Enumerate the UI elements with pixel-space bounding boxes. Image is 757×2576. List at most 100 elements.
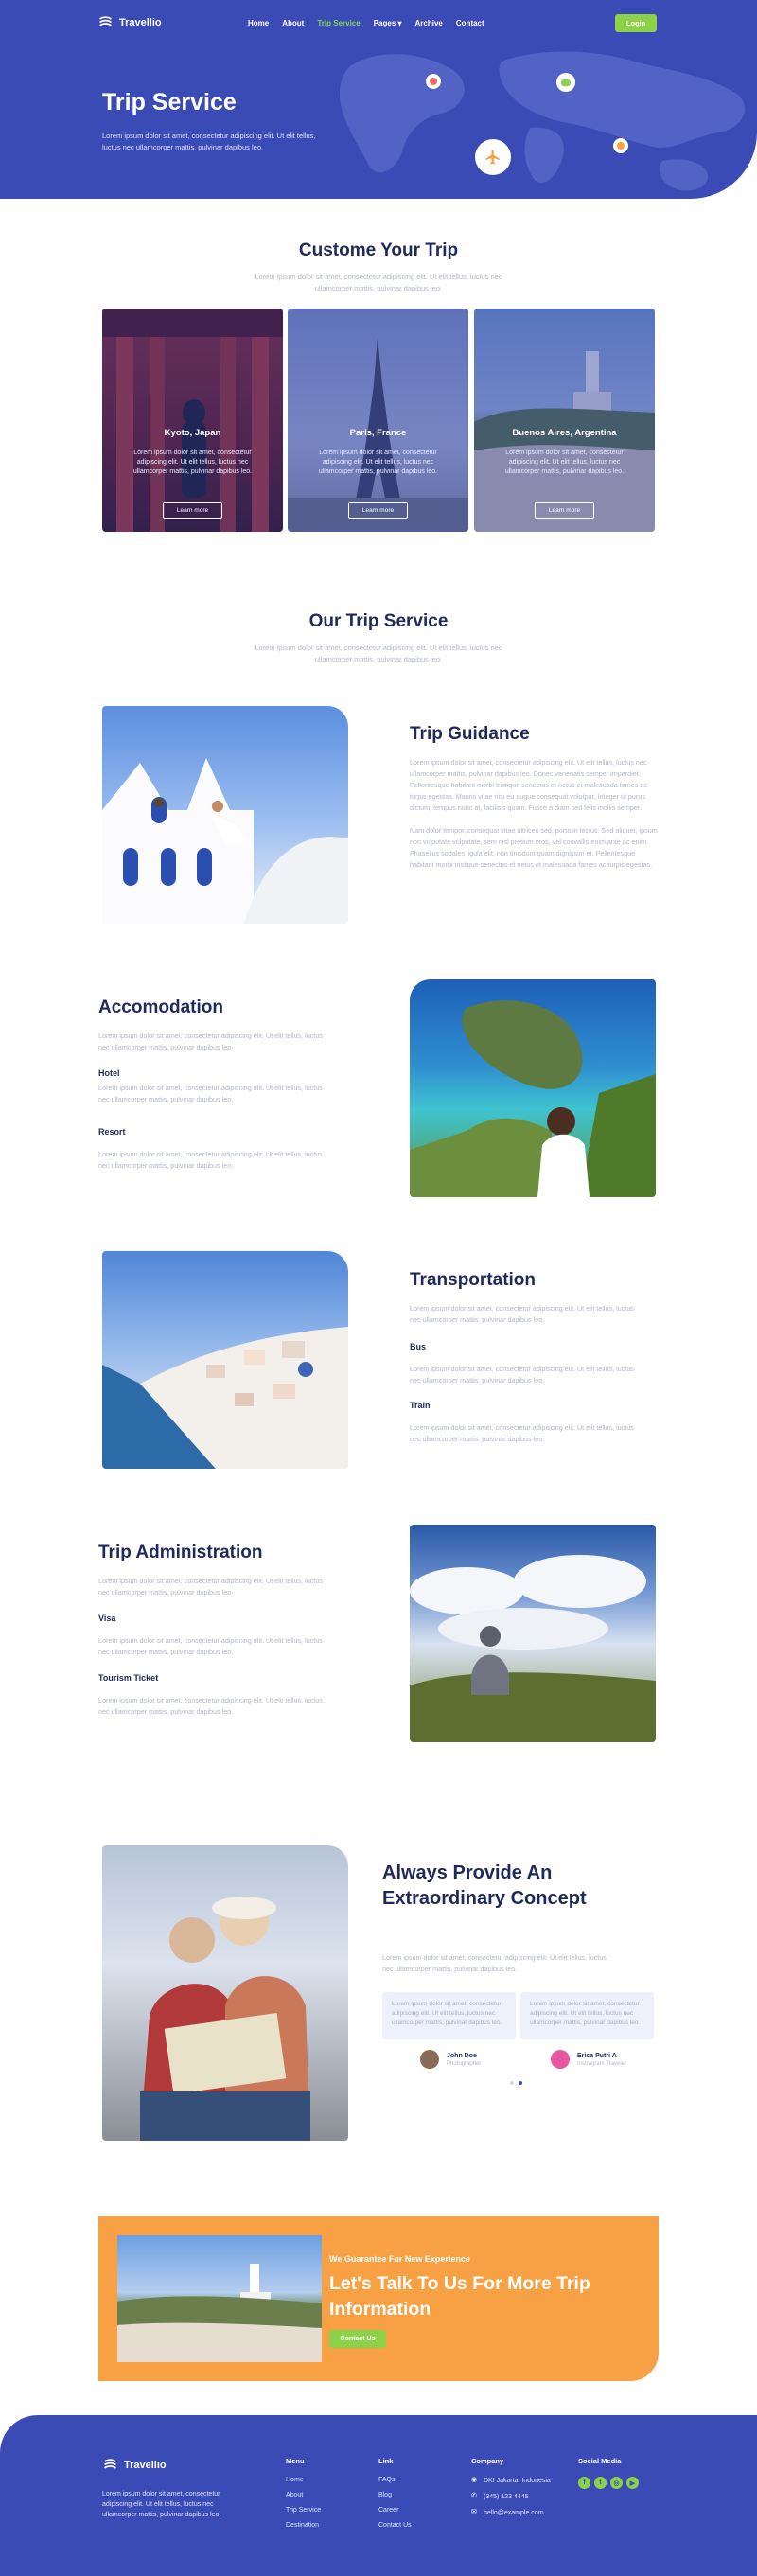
nav-pages-label: Pages [373, 19, 396, 27]
accommodation-title: Accomodation [98, 997, 223, 1017]
page-title: Trip Service [102, 89, 237, 115]
card-overlay [474, 309, 655, 532]
email-text: hello@example.com [484, 2509, 544, 2516]
location-icon: ◉ [471, 2477, 478, 2483]
footer-links: Link FAQs Blog Career Contact Us [378, 2457, 412, 2537]
carousel-dot[interactable] [510, 2081, 514, 2085]
twitter-icon[interactable]: t [594, 2477, 607, 2489]
customize-subtitle: Lorem ipsum dolor sit amet, consectetur … [255, 273, 502, 292]
guidance-paragraph-2: Nam dolor tempor, consequat vitae ultric… [410, 826, 658, 869]
accommodation-intro: Lorem ipsum dolor sit amet, consectetur … [98, 1032, 323, 1051]
author-name: John Doe [447, 2052, 477, 2059]
destination-card-paris[interactable]: Paris, France Lorem ipsum dolor sit amet… [288, 309, 468, 532]
hotel-text: Lorem ipsum dolor sit amet, consectetur … [98, 1084, 323, 1103]
carousel-dot-active[interactable] [519, 2081, 522, 2085]
footer-link-home[interactable]: Home [286, 2477, 321, 2483]
learn-more-button[interactable]: Learn more [348, 502, 408, 519]
footer-brand-name: Travellio [124, 2459, 167, 2471]
logo-icon [99, 16, 112, 26]
cta-kicker: We Guarantee For New Experience [329, 2254, 470, 2264]
nav-links: Home About Trip Service Pages ▾ Archive … [248, 19, 484, 27]
santorini-village-image [102, 1327, 348, 1469]
footer-brand-logo[interactable]: Travellio [102, 2457, 167, 2473]
chevron-down-icon: ▾ [397, 19, 402, 27]
nav-pages[interactable]: Pages ▾ [374, 19, 402, 27]
author-name: Erica Putri A [577, 2052, 617, 2059]
phone-icon: ✆ [471, 2493, 477, 2499]
couple-with-map-image [140, 1897, 310, 2141]
map-pin-red [426, 74, 441, 89]
train-text: Lorem ipsum dolor sit amet, consectetur … [410, 1423, 634, 1443]
testimonial-author-2: Erica Putri A Instragram Traveler [551, 2050, 626, 2069]
couple-travel-photo [102, 1845, 348, 2141]
footer-social: Social Media f t ◎ ▶ [578, 2457, 639, 2489]
cta-photo [117, 2235, 322, 2362]
map-pin-orange [613, 138, 628, 153]
facebook-icon[interactable]: f [578, 2477, 590, 2489]
footer-menu: Menu Home About Trip Service Destination [286, 2457, 321, 2537]
administration-photo [410, 1525, 656, 1742]
world-map-illustration [339, 51, 746, 191]
testimonial-author-1: John Doe Photographer [420, 2050, 481, 2069]
carousel-dots [510, 2081, 522, 2085]
footer-link-trip-service[interactable]: Trip Service [286, 2507, 321, 2514]
footer-link-destination[interactable]: Destination [286, 2522, 321, 2529]
card-overlay [288, 309, 468, 532]
logo-icon [104, 2459, 116, 2469]
nav-trip-service[interactable]: Trip Service [317, 19, 360, 27]
testimonial-quote-2: Lorem ipsum dolor sit amet, consectetur … [520, 1992, 654, 2039]
card-text: Lorem ipsum dolor sit amet, consectetur … [132, 450, 253, 475]
accommodation-photo [410, 979, 656, 1197]
footer-address: ◉ DKI Jakarta, Indonesia [471, 2477, 551, 2484]
footer-phone[interactable]: ✆ (345) 123 4445 [471, 2493, 551, 2500]
footer-link-faqs[interactable]: FAQs [378, 2477, 412, 2483]
nav-home[interactable]: Home [248, 19, 269, 27]
footer: Travellio Lorem ipsum dolor sit amet, co… [0, 2415, 757, 2576]
brand-logo[interactable]: Travellio [97, 14, 162, 30]
author-role: Photographer [447, 2060, 482, 2067]
card-text: Lorem ipsum dolor sit amet, consectetur … [318, 450, 438, 475]
instagram-icon[interactable]: ◎ [610, 2477, 623, 2489]
footer-link-title: Link [378, 2457, 394, 2465]
card-overlay [102, 309, 283, 532]
footer-link-contact-us[interactable]: Contact Us [378, 2522, 412, 2529]
visa-text: Lorem ipsum dolor sit amet, consectetur … [98, 1636, 323, 1656]
santorini-bell-tower-image [102, 758, 348, 924]
social-icons: f t ◎ ▶ [578, 2477, 639, 2489]
testimonial-subtitle: Lorem ipsum dolor sit amet, consectetur … [382, 1953, 607, 1973]
cliff-coast-image [410, 1000, 656, 1197]
transportation-intro: Lorem ipsum dolor sit amet, consectetur … [410, 1304, 634, 1324]
youtube-icon[interactable]: ▶ [626, 2477, 639, 2489]
resort-text: Lorem ipsum dolor sit amet, consectetur … [98, 1150, 323, 1170]
footer-email[interactable]: ✉ hello@example.com [471, 2509, 551, 2516]
phone-text: (345) 123 4445 [484, 2493, 529, 2500]
footer-link-about[interactable]: About [286, 2492, 321, 2498]
learn-more-button[interactable]: Learn more [535, 502, 594, 519]
footer-menu-title: Menu [286, 2457, 305, 2465]
footer-link-blog[interactable]: Blog [378, 2492, 412, 2498]
contact-us-button[interactable]: Contact Us [329, 2330, 386, 2348]
bus-text: Lorem ipsum dolor sit amet, consectetur … [410, 1365, 634, 1385]
map-pin-green [556, 73, 575, 92]
card-title: Kyoto, Japan [164, 428, 221, 438]
mail-icon: ✉ [471, 2509, 477, 2515]
visa-label: Visa [98, 1614, 116, 1623]
destination-card-buenos-aires[interactable]: Buenos Aires, Argentina Lorem ipsum dolo… [474, 309, 655, 532]
footer-link-career[interactable]: Career [378, 2507, 412, 2514]
nav-contact[interactable]: Contact [456, 19, 484, 27]
hotel-label: Hotel [98, 1068, 120, 1078]
transportation-photo [102, 1251, 348, 1469]
login-button[interactable]: Login [615, 14, 657, 32]
nav-archive[interactable]: Archive [415, 19, 443, 27]
card-title: Buenos Aires, Argentina [512, 428, 617, 438]
avatar [420, 2050, 439, 2069]
services-subtitle: Lorem ipsum dolor sit amet, consectetur … [255, 644, 502, 663]
learn-more-button[interactable]: Learn more [163, 502, 222, 519]
nav-about[interactable]: About [282, 19, 304, 27]
cta-banner: We Guarantee For New Experience Let's Ta… [98, 2216, 659, 2381]
footer-company: Company ◉ DKI Jakarta, Indonesia ✆ (345) 1… [471, 2457, 551, 2525]
page: Travellio Home About Trip Service Pages … [0, 0, 757, 2576]
destination-card-kyoto[interactable]: Kyoto, Japan Lorem ipsum dolor sit amet,… [102, 309, 283, 532]
administration-title: Trip Administration [98, 1543, 263, 1562]
airplane-icon [475, 139, 511, 175]
